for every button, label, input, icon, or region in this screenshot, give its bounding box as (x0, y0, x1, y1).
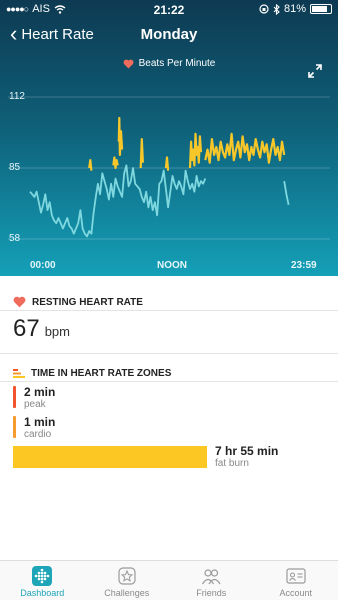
heart-rate-line-segment (112, 156, 119, 170)
resting-heart-rate-label: RESTING HEART RATE (32, 296, 143, 308)
zone-cardio: 1 min cardio (13, 416, 55, 440)
heart-rate-line-segment (204, 132, 286, 164)
tab-label: Account (279, 588, 313, 598)
tab-label: Friends (196, 588, 227, 598)
cardio-time: 1 min (24, 415, 56, 429)
heart-rate-line-segment (164, 156, 170, 171)
friends-icon (202, 569, 221, 585)
heart-rate-line-segment (139, 138, 144, 169)
peak-label: peak (24, 399, 46, 410)
x-tick-label: 23:59 (291, 260, 317, 271)
tab-label: Challenges (104, 588, 150, 598)
x-tick-label: 00:00 (30, 260, 56, 271)
tab-label: Dashboard (20, 588, 65, 598)
divider (0, 310, 338, 311)
divider (0, 353, 338, 354)
tab-friends[interactable]: Friends (169, 561, 254, 600)
zone-peak: 2 min peak (13, 386, 55, 410)
tab-bar: Dashboard Challenges Friends Account (0, 560, 338, 600)
zone-fat-burn: 7 hr 55 min fat burn (215, 444, 279, 470)
heart-rate-line-segment (188, 132, 203, 169)
peak-time: 2 min (24, 385, 56, 399)
resting-heart-rate-value: 67 bpm (13, 315, 70, 343)
tab-dashboard[interactable]: Dashboard (0, 561, 85, 600)
zones-label: TIME IN HEART RATE ZONES (31, 368, 172, 379)
fat-burn-zone-bar (13, 446, 207, 468)
resting-bpm-number: 67 (13, 315, 40, 342)
resting-heart-rate-header: RESTING HEART RATE (0, 296, 338, 308)
heart-rate-line-segment (88, 159, 93, 171)
divider (0, 381, 338, 382)
y-tick-label: 85 (9, 162, 21, 173)
resting-bpm-unit: bpm (44, 324, 70, 339)
x-tick-label: NOON (157, 260, 187, 271)
heart-rate-line-segment (29, 164, 207, 238)
zones-icon (13, 368, 25, 378)
heart-rate-line-segment (283, 180, 290, 205)
heart-rate-line-segment (117, 116, 124, 156)
tab-challenges[interactable]: Challenges (85, 561, 170, 600)
tab-account[interactable]: Account (254, 561, 338, 600)
y-tick-label: 58 (9, 233, 21, 244)
account-card-icon (286, 568, 306, 584)
fat-burn-time: 7 hr 55 min (215, 444, 279, 458)
y-tick-label: 112 (9, 91, 25, 102)
heart-rate-chart (8, 96, 330, 240)
dashboard-icon (32, 566, 53, 586)
heart-icon (13, 296, 26, 308)
heart-rate-header: ●●●●○ AIS 21:22 81% ‹ Heart Rate Monday … (0, 0, 338, 276)
peak-zone-indicator (13, 386, 16, 408)
star-badge-icon (118, 567, 136, 585)
cardio-label: cardio (24, 429, 52, 440)
fat-burn-label: fat burn (215, 458, 249, 469)
cardio-zone-indicator (13, 416, 16, 438)
heart-rate-zones-header: TIME IN HEART RATE ZONES (0, 368, 338, 379)
